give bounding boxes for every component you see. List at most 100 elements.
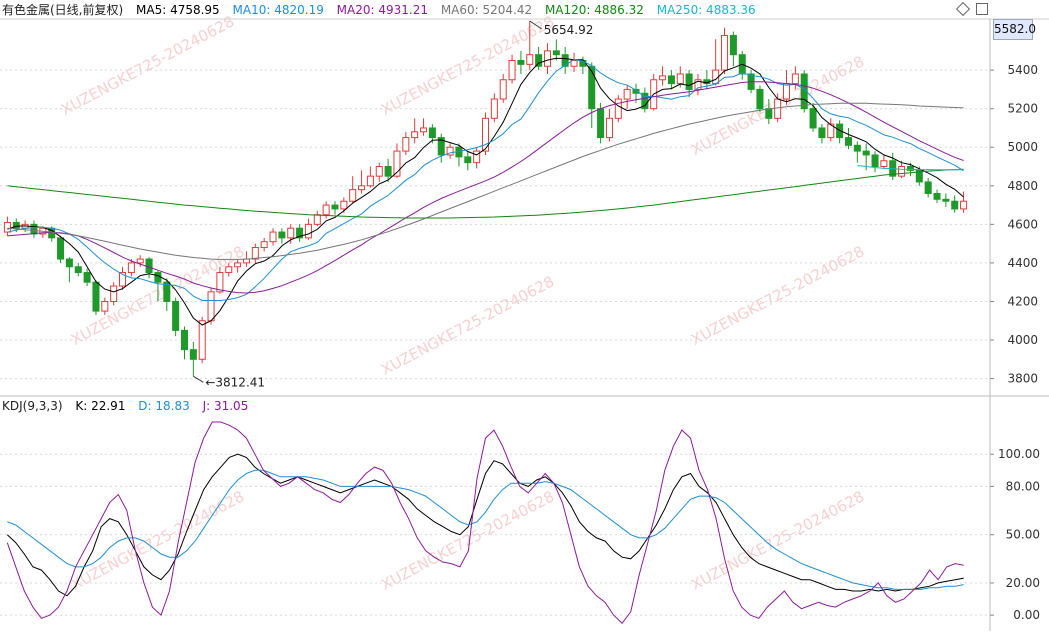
watermark-layer: XUZENGKE725-20240628 XUZENGKE725-20240628… (58, 12, 867, 594)
candle-up (898, 166, 906, 177)
candle-up (490, 98, 498, 119)
candle-down (933, 193, 941, 200)
candle-down (729, 34, 737, 56)
price-tick-label: 5000 (1007, 140, 1038, 154)
candle-up (349, 189, 357, 202)
candle-up (251, 246, 259, 260)
maximize-icon[interactable] (976, 3, 988, 15)
high-label: 5654.92 (544, 23, 594, 37)
candle-up (614, 98, 622, 119)
price-tick-label: 4200 (1007, 294, 1038, 308)
watermark-text: XUZENGKE725-20240628 (58, 12, 237, 119)
candle-up (366, 175, 374, 187)
candle-up (659, 75, 667, 81)
candle-up (110, 285, 118, 302)
candle-up (402, 137, 410, 152)
candle-down (685, 73, 693, 90)
candle-down (172, 300, 180, 331)
price-tick-label: 4000 (1007, 333, 1038, 347)
candle-down (74, 266, 82, 274)
watermark-text: XUZENGKE725-20240628 (378, 272, 557, 379)
candle-up (605, 117, 613, 139)
main-legend: 有色金属(日线,前复权) MA5: 4758.95 MA10: 4820.19 … (2, 0, 765, 20)
candle-up (676, 73, 684, 85)
candle-down (942, 198, 950, 202)
kdj-d-label: D: 18.83 (138, 399, 190, 413)
candle-up (269, 231, 277, 243)
candle-down (588, 65, 596, 110)
kdj-axis: 0.00 20.00 50.00 80.00 100.00 (990, 447, 1040, 622)
candle-down (517, 59, 525, 65)
kdj-tick-label: 80.00 (1006, 479, 1040, 493)
candle-up (623, 88, 631, 100)
candle-down (384, 166, 392, 177)
candle-down (667, 75, 675, 85)
candle-up (225, 266, 233, 274)
price-axis: 3800 4000 4200 4400 4600 4800 5000 5200 5400 (990, 63, 1038, 386)
price-tick-label: 4400 (1007, 256, 1038, 270)
candle-up (198, 320, 206, 360)
candle-down (428, 127, 436, 139)
candle-up (791, 73, 799, 85)
line-ma120 (7, 168, 964, 219)
kdj-j-label: J: 31.05 (202, 399, 249, 413)
candle-down (853, 144, 861, 152)
candle-down (464, 156, 472, 164)
candle-down (278, 231, 286, 239)
candle-up (721, 34, 729, 71)
candle-down (871, 154, 879, 168)
low-label: ←3812.41 (205, 375, 265, 389)
kdj-k-label: K: 22.91 (75, 399, 126, 413)
candle-up (420, 127, 428, 133)
candle-down (92, 281, 100, 312)
ma120-label: MA120: 4886.32 (544, 3, 644, 17)
candle-down (189, 349, 197, 360)
candle-up (3, 221, 11, 233)
candle-up (880, 160, 888, 168)
ma20-label: MA20: 4931.21 (336, 3, 428, 17)
candle-up (411, 131, 419, 139)
candle-down (57, 237, 65, 260)
candle-up (216, 272, 224, 293)
candle-down (65, 258, 73, 268)
price-tick-label: 5200 (1007, 102, 1038, 116)
candle-down (30, 223, 38, 235)
candle-up (127, 262, 135, 274)
candle-up (260, 241, 268, 248)
line-ma5 (7, 57, 964, 326)
price-tick-label: 3800 (1007, 372, 1038, 386)
kdj-tick-label: 20.00 (1006, 576, 1040, 590)
candle-down (561, 54, 569, 67)
candle-up (136, 258, 144, 264)
candle-up (499, 79, 507, 100)
price-tick-label: 4800 (1007, 179, 1038, 193)
candle-up (313, 214, 321, 225)
kdj-legend: KDJ(9,3,3) K: 22.91 D: 18.83 J: 31.05 (2, 396, 257, 416)
candle-up (358, 185, 366, 191)
candle-down (844, 137, 852, 146)
chart-title: 有色金属(日线,前复权) (2, 3, 124, 17)
candle-up (508, 59, 516, 81)
candle-down (756, 88, 764, 110)
candle-down (862, 150, 870, 156)
annotation-layer: 5654.92 ←3812.41 (193, 20, 594, 389)
low-pointer (193, 375, 204, 383)
chart-svg: XUZENGKE725-20240628 XUZENGKE725-20240628… (0, 12, 1049, 631)
candle-up (340, 200, 348, 210)
ma60-label: MA60: 5204.42 (440, 3, 533, 17)
kdj-title: KDJ(9,3,3) (2, 399, 63, 413)
candle-up (375, 166, 383, 177)
watermark-text: XUZENGKE725-20240628 (378, 12, 557, 119)
candle-up (782, 83, 791, 100)
candle-down (924, 181, 932, 195)
candle-down (145, 258, 153, 274)
kdj-tick-label: 0.00 (1013, 608, 1040, 622)
candle-down (951, 200, 959, 210)
candle-up (526, 54, 534, 65)
candle-up (287, 227, 295, 239)
candle-down (809, 108, 817, 129)
ma250-label: MA250: 4883.36 (656, 3, 756, 17)
kdj-tick-label: 50.00 (1006, 528, 1040, 542)
candle-up (322, 204, 330, 216)
candle-up (960, 200, 968, 210)
